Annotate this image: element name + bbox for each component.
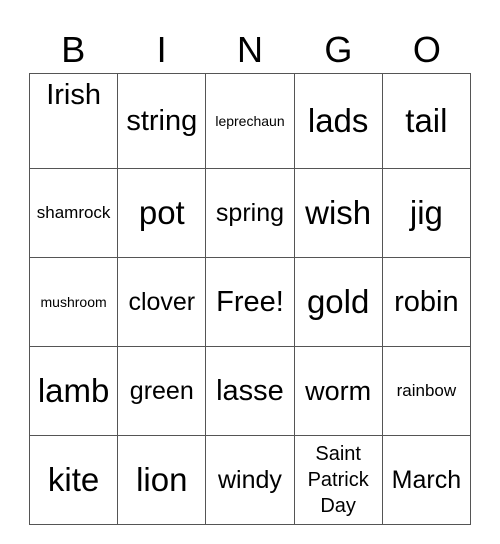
card-cell[interactable]: pot xyxy=(117,168,207,258)
header-letter-b: B xyxy=(61,29,86,70)
card-cell[interactable]: string xyxy=(117,73,207,169)
card-cell[interactable]: lamb xyxy=(28,346,119,436)
card-cell[interactable]: spring xyxy=(205,168,295,258)
card-cell[interactable]: lion xyxy=(117,435,207,525)
header-letter-i: I xyxy=(156,29,167,70)
card-cell[interactable]: lads xyxy=(293,73,383,169)
card-cell[interactable]: shamrock xyxy=(28,168,119,258)
card-row: mushroom clover Free! gold robin xyxy=(28,257,472,347)
card-cell[interactable]: lasse xyxy=(205,346,295,436)
card-cell[interactable]: March xyxy=(381,435,472,525)
card-cell[interactable]: tail xyxy=(381,73,472,169)
card-row: kite lion windy Saint Patrick Day March xyxy=(28,435,472,525)
bingo-card: Irish string leprechaun lads tail shamro… xyxy=(28,73,472,525)
bingo-header: B I N G O xyxy=(29,28,471,72)
header-letter-g: G xyxy=(324,29,353,70)
card-row: lamb green lasse worm rainbow xyxy=(28,346,472,436)
card-cell[interactable]: robin xyxy=(381,257,472,347)
card-cell[interactable]: Saint Patrick Day xyxy=(293,435,383,525)
card-cell[interactable]: jig xyxy=(381,168,472,258)
card-cell[interactable]: kite xyxy=(28,435,119,525)
card-cell[interactable]: wish xyxy=(293,168,383,258)
card-row: shamrock pot spring wish jig xyxy=(28,168,472,258)
card-cell[interactable]: windy xyxy=(205,435,295,525)
header-letter-n: N xyxy=(237,29,264,70)
header-letter-o: O xyxy=(412,29,441,70)
card-cell[interactable]: Irish xyxy=(28,73,119,169)
card-cell[interactable]: clover xyxy=(117,257,207,347)
free-space-cell[interactable]: Free! xyxy=(205,257,295,347)
card-cell[interactable]: gold xyxy=(293,257,383,347)
card-cell[interactable]: leprechaun xyxy=(205,73,295,169)
card-row: Irish string leprechaun lads tail xyxy=(28,73,472,169)
card-cell[interactable]: rainbow xyxy=(381,346,472,436)
card-cell[interactable]: mushroom xyxy=(28,257,119,347)
card-cell[interactable]: worm xyxy=(293,346,383,436)
card-cell[interactable]: green xyxy=(117,346,207,436)
